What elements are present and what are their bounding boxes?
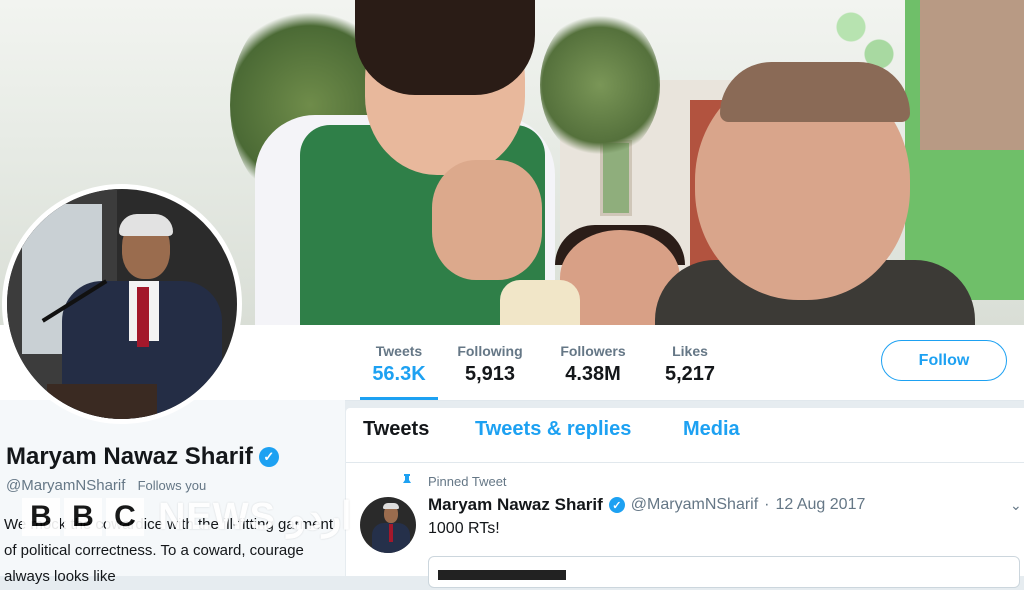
bbc-logo-letter: C: [106, 497, 144, 536]
follow-button[interactable]: Follow: [881, 340, 1007, 381]
profile-handle-row: @MaryamNSharif Follows you: [6, 477, 206, 494]
photo-tree: [540, 10, 660, 160]
tweet-avatar-hair: [383, 503, 399, 509]
avatar-hair: [119, 214, 173, 236]
tweet-author-handle[interactable]: @MaryamNSharif: [631, 496, 758, 514]
stat-following[interactable]: Following 5,913: [452, 325, 528, 397]
stat-value: 4.38M: [565, 363, 621, 385]
tab-tweets[interactable]: Tweets: [363, 418, 429, 441]
follows-you-badge: Follows you: [137, 478, 207, 493]
stat-likes[interactable]: Likes 5,217: [656, 325, 724, 397]
profile-name-row: Maryam Nawaz Sharif ✓: [6, 443, 279, 471]
tweet-author-name[interactable]: Maryam Nawaz Sharif: [428, 495, 603, 515]
stat-followers[interactable]: Followers 4.38M: [556, 325, 630, 397]
quoted-tweet-thumbnail: [438, 570, 566, 580]
photo-portrait: [920, 0, 1024, 150]
photo-hand: [432, 160, 542, 280]
pin-icon: [403, 474, 411, 488]
verified-badge-icon: ✓: [608, 497, 625, 513]
stat-label: Tweets: [375, 343, 423, 359]
stat-label: Likes: [672, 343, 708, 359]
stat-label: Followers: [560, 343, 626, 359]
bbc-service-name: NEWS اردو: [158, 496, 352, 538]
verified-badge-icon: ✓: [258, 447, 279, 467]
tweet-date[interactable]: 12 Aug 2017: [776, 496, 866, 514]
avatar-tie: [137, 287, 149, 347]
photo-woman-sleeve: [500, 280, 580, 325]
chevron-down-icon[interactable]: ⌄: [1010, 497, 1022, 514]
photo-man-hair: [720, 62, 910, 122]
bbc-logo-letter: B: [64, 497, 102, 536]
bbc-news-urdu-logo: B B C NEWS اردو: [22, 494, 352, 539]
tweet-header: Maryam Nawaz Sharif ✓ @MaryamNSharif · 1…: [428, 495, 865, 515]
profile-name[interactable]: Maryam Nawaz Sharif: [6, 443, 253, 471]
bbc-logo-letter: B: [22, 497, 60, 536]
profile-handle[interactable]: @MaryamNSharif: [6, 477, 125, 494]
photo-girl-hair: [355, 0, 535, 95]
tweet-avatar-tie: [389, 524, 393, 542]
stat-value: 5,217: [664, 363, 716, 385]
avatar[interactable]: [2, 184, 242, 424]
tweet-separator: ·: [764, 496, 770, 513]
tweet-text: 1000 RTs!: [428, 520, 500, 537]
avatar-podium: [47, 384, 157, 419]
stat-tweets[interactable]: Tweets 56.3K: [360, 325, 438, 400]
tweet-avatar[interactable]: [360, 497, 416, 553]
stat-value: 56.3K: [372, 363, 426, 385]
tab-media[interactable]: Media: [683, 418, 740, 441]
divider: [346, 462, 1024, 463]
stat-value: 5,913: [464, 363, 516, 385]
stat-label: Following: [457, 343, 523, 359]
tab-tweets-replies[interactable]: Tweets & replies: [475, 418, 631, 441]
pinned-tweet-label: Pinned Tweet: [428, 474, 507, 489]
